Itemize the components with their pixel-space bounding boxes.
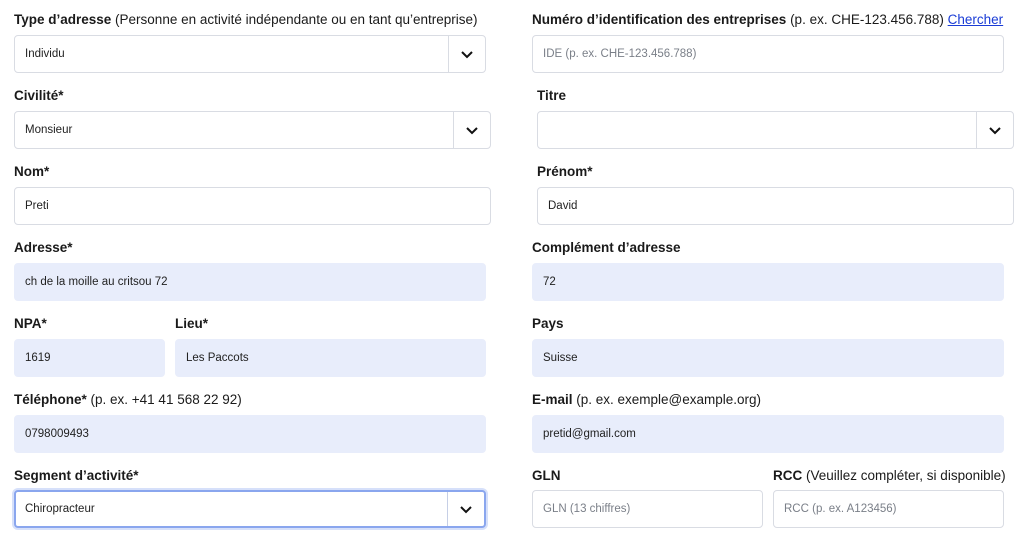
pays-input[interactable]: Suisse xyxy=(532,339,1004,377)
ide-label: Numéro d’identification des entreprises … xyxy=(532,11,1003,29)
prenom-value: David xyxy=(548,200,578,212)
type-adresse-hint: (Personne en activité indépendante ou en… xyxy=(111,12,478,27)
chevron-down-icon[interactable] xyxy=(976,112,1013,148)
chercher-link[interactable]: Chercher xyxy=(948,12,1004,27)
titre-label-text: Titre xyxy=(537,88,567,103)
civilite-label-text: Civilité* xyxy=(14,88,64,103)
pays-label-text: Pays xyxy=(532,316,564,331)
nom-input[interactable]: Preti xyxy=(14,187,491,225)
segment-value: Chiropracteur xyxy=(25,503,95,515)
rcc-placeholder: RCC (p. ex. A123456) xyxy=(784,503,897,515)
lieu-value: Les Paccots xyxy=(186,352,249,364)
npa-input[interactable]: 1619 xyxy=(14,339,165,377)
type-adresse-label-text: Type d’adresse xyxy=(14,12,112,27)
ide-label-text: Numéro d’identification des entreprises xyxy=(532,12,787,27)
prenom-input[interactable]: David xyxy=(537,187,1014,225)
chevron-down-icon[interactable] xyxy=(447,492,484,526)
pays-label: Pays xyxy=(532,315,564,333)
complement-value: 72 xyxy=(543,276,556,288)
lieu-label-text: Lieu* xyxy=(175,316,209,331)
ide-placeholder: IDE (p. ex. CHE-123.456.788) xyxy=(543,48,697,60)
ide-hint: (p. ex. CHE-123.456.788) xyxy=(786,12,948,27)
telephone-value: 0798009493 xyxy=(25,428,89,440)
adresse-input[interactable]: ch de la moille au critsou 72 xyxy=(14,263,486,301)
adresse-value: ch de la moille au critsou 72 xyxy=(25,276,168,288)
chevron-down-icon[interactable] xyxy=(453,112,490,148)
lieu-input[interactable]: Les Paccots xyxy=(175,339,486,377)
prenom-label: Prénom* xyxy=(537,163,593,181)
segment-select[interactable]: Chiropracteur xyxy=(14,490,486,528)
gln-label-text: GLN xyxy=(532,468,561,483)
ide-input[interactable]: IDE (p. ex. CHE-123.456.788) xyxy=(532,35,1004,73)
complement-input[interactable]: 72 xyxy=(532,263,1004,301)
lieu-label: Lieu* xyxy=(175,315,208,333)
prenom-label-text: Prénom* xyxy=(537,164,593,179)
civilite-value: Monsieur xyxy=(25,124,73,136)
npa-value: 1619 xyxy=(25,352,51,364)
type-adresse-value: Individu xyxy=(25,48,65,60)
titre-label: Titre xyxy=(537,87,566,105)
chevron-down-icon[interactable] xyxy=(448,36,485,72)
telephone-hint: (p. ex. +41 41 568 22 92) xyxy=(86,392,242,407)
gln-label: GLN xyxy=(532,467,561,485)
gln-placeholder: GLN (13 chiffres) xyxy=(543,503,631,515)
civilite-select[interactable]: Monsieur xyxy=(14,111,491,149)
nom-value: Preti xyxy=(25,200,49,212)
type-adresse-label: Type d’adresse (Personne en activité ind… xyxy=(14,11,478,29)
telephone-input[interactable]: 0798009493 xyxy=(14,415,486,453)
npa-label: NPA* xyxy=(14,315,47,333)
email-value: pretid@gmail.com xyxy=(543,428,636,440)
adresse-label-text: Adresse* xyxy=(14,240,73,255)
telephone-label-text: Téléphone* xyxy=(14,392,87,407)
segment-label: Segment d’activité* xyxy=(14,467,139,485)
adresse-label: Adresse* xyxy=(14,239,73,257)
rcc-hint: (Veuillez compléter, si disponible) xyxy=(802,468,1006,483)
pays-value: Suisse xyxy=(543,352,578,364)
telephone-label: Téléphone* (p. ex. +41 41 568 22 92) xyxy=(14,391,242,409)
rcc-label: RCC (Veuillez compléter, si disponible) xyxy=(773,467,1006,485)
nom-label: Nom* xyxy=(14,163,49,181)
titre-select[interactable] xyxy=(537,111,1014,149)
email-label-text: E-mail xyxy=(532,392,573,407)
rcc-input[interactable]: RCC (p. ex. A123456) xyxy=(773,490,1004,528)
segment-label-text: Segment d’activité* xyxy=(14,468,139,483)
complement-label: Complément d’adresse xyxy=(532,239,681,257)
email-input[interactable]: pretid@gmail.com xyxy=(532,415,1004,453)
email-hint: (p. ex. exemple@example.org) xyxy=(572,392,762,407)
email-label: E-mail (p. ex. exemple@example.org) xyxy=(532,391,761,409)
nom-label-text: Nom* xyxy=(14,164,50,179)
gln-input[interactable]: GLN (13 chiffres) xyxy=(532,490,763,528)
rcc-label-text: RCC xyxy=(773,468,803,483)
type-adresse-select[interactable]: Individu xyxy=(14,35,486,73)
complement-label-text: Complément d’adresse xyxy=(532,240,681,255)
npa-label-text: NPA* xyxy=(14,316,47,331)
civilite-label: Civilité* xyxy=(14,87,64,105)
